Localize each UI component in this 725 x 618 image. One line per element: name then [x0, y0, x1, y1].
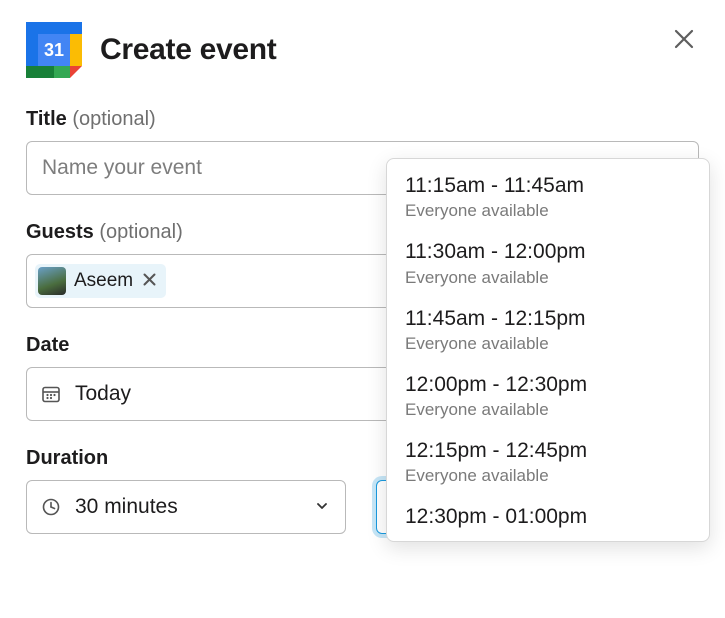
time-option-range: 11:45am - 12:15pm	[405, 306, 691, 332]
title-label: Title (optional)	[26, 108, 699, 131]
title-label-text: Title	[26, 108, 67, 130]
duration-select[interactable]: 30 minutes	[26, 480, 346, 534]
time-option[interactable]: 12:00pm - 12:30pm Everyone available	[387, 364, 709, 430]
remove-guest-button[interactable]	[141, 271, 158, 291]
time-option-availability: Everyone available	[405, 400, 691, 420]
chevron-down-icon	[315, 495, 329, 519]
guest-chip[interactable]: Aseem	[35, 264, 166, 298]
avatar	[38, 267, 66, 295]
close-icon	[673, 28, 695, 50]
title-optional-text: (optional)	[72, 108, 155, 130]
time-option-availability: Everyone available	[405, 334, 691, 354]
time-option[interactable]: 12:15pm - 12:45pm Everyone available	[387, 430, 709, 496]
time-option-range: 11:30am - 12:00pm	[405, 239, 691, 265]
calendar-icon	[41, 384, 61, 404]
google-calendar-icon: 31	[26, 22, 82, 78]
dialog-header: 31 Create event	[26, 22, 699, 78]
close-icon	[143, 273, 156, 286]
dialog-title: Create event	[100, 33, 277, 67]
duration-label: Duration	[26, 447, 350, 470]
guest-chip-name: Aseem	[74, 270, 133, 292]
time-option-range: 12:15pm - 12:45pm	[405, 438, 691, 464]
date-value: Today	[75, 382, 131, 406]
time-option-availability: Everyone available	[405, 201, 691, 221]
time-option-range: 12:30pm - 01:00pm	[405, 504, 691, 530]
time-option[interactable]: 12:30pm - 01:00pm	[387, 496, 709, 534]
time-option[interactable]: 11:15am - 11:45am Everyone available	[387, 165, 709, 231]
guests-optional-text: (optional)	[99, 221, 182, 243]
time-option-range: 11:15am - 11:45am	[405, 173, 691, 199]
time-option-availability: Everyone available	[405, 466, 691, 486]
duration-value: 30 minutes	[75, 495, 178, 519]
close-button[interactable]	[673, 28, 695, 55]
time-option-availability: Everyone available	[405, 268, 691, 288]
clock-icon	[41, 497, 61, 517]
duration-field-group: Duration 30 minutes	[26, 447, 350, 534]
time-options-dropdown[interactable]: 11:15am - 11:45am Everyone available 11:…	[386, 158, 710, 542]
time-option-range: 12:00pm - 12:30pm	[405, 372, 691, 398]
svg-text:31: 31	[44, 40, 64, 60]
time-option[interactable]: 11:30am - 12:00pm Everyone available	[387, 231, 709, 297]
time-option[interactable]: 11:45am - 12:15pm Everyone available	[387, 298, 709, 364]
guests-label-text: Guests	[26, 221, 94, 243]
